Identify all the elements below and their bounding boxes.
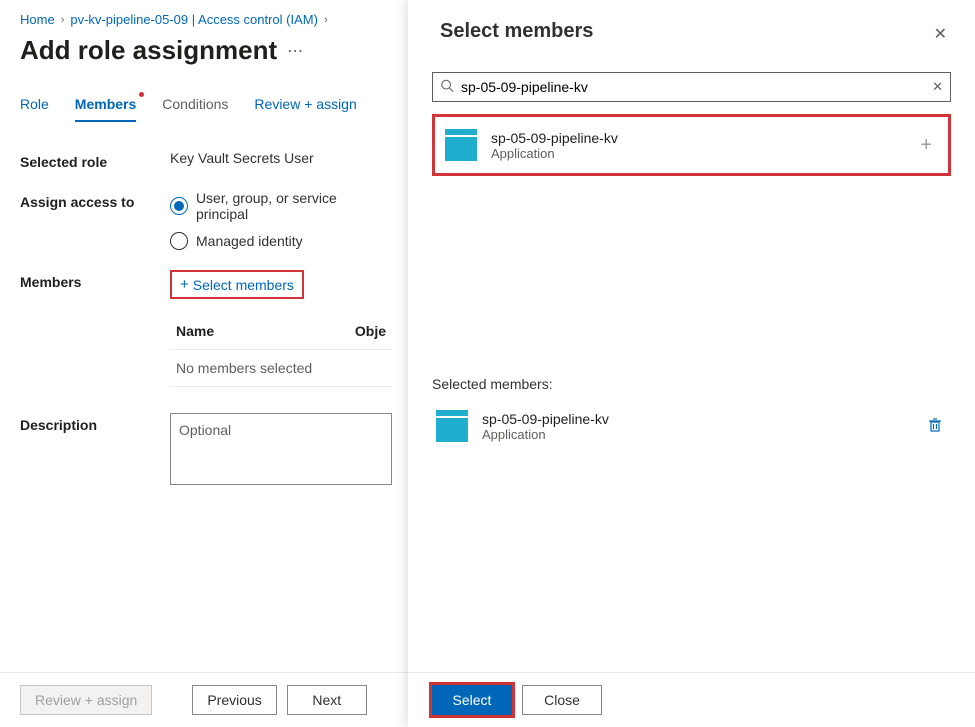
selected-name: sp-05-09-pipeline-kv: [482, 411, 923, 427]
review-assign-button[interactable]: Review + assign: [20, 685, 152, 715]
flyout-footer: Select Close: [408, 672, 975, 727]
members-empty-row: No members selected: [170, 350, 392, 387]
clear-icon[interactable]: ✕: [932, 79, 943, 95]
description-input[interactable]: [170, 413, 392, 485]
description-label: Description: [20, 413, 170, 488]
search-result-item[interactable]: sp-05-09-pipeline-kv Application +: [432, 114, 951, 176]
plus-icon: +: [180, 276, 189, 293]
select-members-flyout: Select members ✕ ✕ sp-05-09-pipeline-kv …: [408, 0, 975, 727]
chevron-right-icon: ›: [324, 14, 328, 26]
tab-members[interactable]: Members: [75, 96, 136, 122]
next-button[interactable]: Next: [287, 685, 367, 715]
tab-review-assign[interactable]: Review + assign: [254, 96, 356, 122]
breadcrumb: Home › pv-kv-pipeline-05-09 | Access con…: [20, 12, 392, 27]
breadcrumb-resource[interactable]: pv-kv-pipeline-05-09 | Access control (I…: [70, 12, 318, 27]
more-actions-icon[interactable]: ⋯: [287, 41, 303, 61]
previous-button[interactable]: Previous: [192, 685, 276, 715]
close-icon[interactable]: ✕: [930, 20, 951, 48]
bottom-bar: Review + assign Previous Next: [0, 672, 408, 727]
select-button[interactable]: Select: [432, 685, 512, 715]
selected-role-label: Selected role: [20, 150, 170, 170]
breadcrumb-home[interactable]: Home: [20, 12, 55, 27]
close-button[interactable]: Close: [522, 685, 602, 715]
tabs: Role Members Conditions Review + assign: [20, 96, 392, 122]
select-members-label: Select members: [193, 277, 294, 293]
selected-subtitle: Application: [482, 427, 923, 442]
result-name: sp-05-09-pipeline-kv: [491, 130, 914, 146]
application-icon: [436, 410, 468, 442]
flyout-title: Select members: [440, 20, 593, 43]
radio-unchecked-icon: [170, 232, 188, 250]
selected-role-value: Key Vault Secrets User: [170, 150, 392, 170]
tab-role[interactable]: Role: [20, 96, 49, 122]
radio-managed-identity[interactable]: Managed identity: [170, 232, 392, 250]
chevron-right-icon: ›: [61, 14, 65, 26]
main-panel: Home › pv-kv-pipeline-05-09 | Access con…: [0, 0, 408, 727]
radio-checked-icon: [170, 197, 188, 215]
tab-members-label: Members: [75, 96, 136, 112]
result-subtitle: Application: [491, 146, 914, 161]
col-object-id: Obje: [355, 323, 386, 339]
search-input[interactable]: [432, 72, 951, 102]
selected-members-label: Selected members:: [432, 376, 951, 392]
page-title: Add role assignment: [20, 35, 277, 66]
members-label: Members: [20, 270, 170, 387]
application-icon: [445, 129, 477, 161]
radio-label-user: User, group, or service principal: [196, 190, 392, 222]
radio-label-managed: Managed identity: [196, 233, 303, 249]
select-members-button[interactable]: + Select members: [170, 270, 304, 299]
search-icon: [440, 79, 454, 96]
remove-icon[interactable]: [923, 413, 947, 440]
radio-user-group-sp[interactable]: User, group, or service principal: [170, 190, 392, 222]
tab-indicator-dot: [139, 92, 144, 97]
add-icon[interactable]: +: [914, 134, 938, 157]
col-name: Name: [176, 323, 355, 339]
selected-member-item: sp-05-09-pipeline-kv Application: [432, 402, 951, 450]
tab-conditions[interactable]: Conditions: [162, 96, 228, 122]
members-table-header: Name Obje: [170, 313, 392, 350]
assign-access-label: Assign access to: [20, 190, 170, 250]
